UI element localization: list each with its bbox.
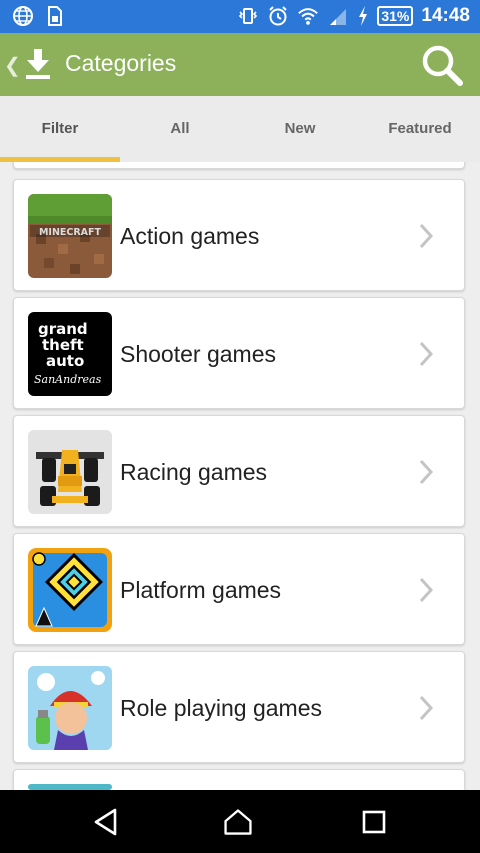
category-item-action[interactable]: MINECRAFT Action games — [13, 179, 465, 291]
chevron-right-icon — [419, 577, 434, 603]
tab-label: All — [170, 120, 190, 137]
list-item-partial — [13, 162, 465, 169]
back-chevron-icon[interactable]: ❮ — [4, 53, 21, 78]
race-car-thumbnail — [28, 430, 112, 514]
gta-text-line: SanAndreas — [34, 373, 102, 386]
sim-icon — [48, 6, 62, 26]
status-bar: 31% 14:48 — [0, 0, 480, 33]
minecraft-logo-text: MINECRAFT — [39, 227, 102, 238]
category-list[interactable]: MINECRAFT Action games grand theft auto … — [0, 162, 480, 790]
category-item-racing[interactable]: Racing games — [13, 415, 465, 527]
battery-level: 31% — [377, 6, 414, 26]
chevron-right-icon — [419, 341, 434, 367]
back-triangle-icon[interactable] — [91, 806, 123, 838]
subway-surfers-thumbnail — [28, 666, 112, 750]
gta-text-line: auto — [46, 352, 84, 370]
category-label: Platform games — [120, 577, 282, 603]
geometry-dash-thumbnail — [28, 548, 112, 632]
tab-label: Filter — [41, 120, 79, 137]
gta-san-andreas-thumbnail: grand theft auto SanAndreas — [28, 312, 112, 396]
app-bar: ❮ Categories — [0, 33, 480, 96]
download-icon[interactable] — [24, 47, 52, 81]
clock: 14:48 — [421, 5, 470, 26]
chevron-right-icon — [419, 695, 434, 721]
list-item-partial — [13, 769, 465, 790]
page-title: Categories — [65, 50, 177, 76]
globe-icon — [13, 6, 33, 26]
category-label: Role playing games — [120, 695, 323, 721]
tab-label: Featured — [388, 120, 452, 137]
tab-featured[interactable]: Featured — [360, 96, 480, 162]
tab-bar: Filter All New Featured — [0, 96, 480, 162]
chevron-right-icon — [419, 223, 434, 249]
alarm-icon — [269, 6, 288, 26]
category-label: Racing games — [120, 459, 268, 485]
tab-label: New — [284, 120, 316, 137]
system-nav-bar — [0, 790, 480, 853]
home-icon[interactable] — [222, 806, 254, 838]
search-icon[interactable] — [418, 41, 466, 89]
tab-filter[interactable]: Filter — [0, 96, 120, 162]
tab-all[interactable]: All — [120, 96, 240, 162]
signal-icon — [330, 9, 347, 25]
recents-icon[interactable] — [358, 806, 390, 838]
tab-new[interactable]: New — [240, 96, 360, 162]
vibrate-icon — [239, 8, 258, 24]
chevron-right-icon — [419, 459, 434, 485]
category-item-role-playing[interactable]: Role playing games — [13, 651, 465, 763]
category-label: Shooter games — [120, 341, 276, 367]
category-label: Action games — [120, 223, 260, 249]
category-item-shooter[interactable]: grand theft auto SanAndreas Shooter game… — [13, 297, 465, 409]
charging-icon — [359, 6, 368, 26]
wifi-icon — [298, 8, 319, 25]
minecraft-thumbnail: MINECRAFT — [28, 194, 112, 278]
category-item-platform[interactable]: Platform games — [13, 533, 465, 645]
